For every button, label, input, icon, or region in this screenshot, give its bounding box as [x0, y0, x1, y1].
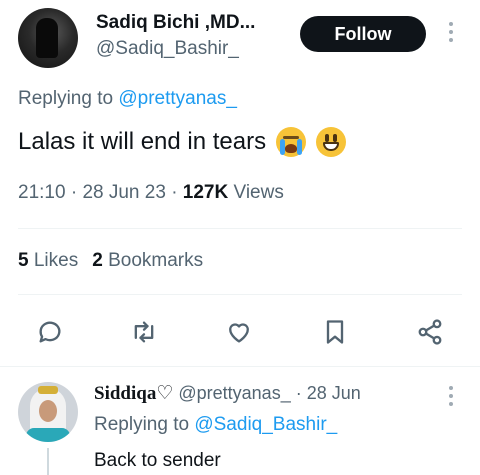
grinning-face-icon: [316, 127, 347, 157]
tweet-meta: 21:10 · 28 Jun 23 · 127K Views: [18, 182, 284, 203]
replying-to-line: Replying to @prettyanas_: [18, 88, 237, 110]
bookmarks-stat[interactable]: 2 Bookmarks: [92, 250, 203, 271]
reply-icon[interactable]: [34, 316, 66, 348]
divider: [18, 228, 462, 229]
reply-date[interactable]: 28 Jun: [307, 383, 361, 403]
reply-body: Back to sender: [94, 450, 221, 471]
likes-count: 5: [18, 250, 29, 271]
reply-replying-to-line: Replying to @Sadiq_Bashir_: [94, 414, 337, 436]
retweet-icon[interactable]: [128, 316, 160, 348]
tweet-text: Lalas it will end in tears: [18, 127, 347, 157]
reply-avatar[interactable]: [18, 382, 78, 442]
reply-header: Siddiqa♡ @prettyanas_ · 28 Jun: [94, 382, 361, 405]
reply-display-name[interactable]: Siddiqa♡: [94, 383, 173, 404]
likes-stat[interactable]: 5 Likes: [18, 250, 78, 271]
tweet-time[interactable]: 21:10: [18, 182, 66, 203]
views-label: Views: [233, 182, 284, 203]
divider: [18, 294, 462, 295]
tweet-header: Sadiq Bichi ,MD... @Sadiq_Bashir_ Follow: [0, 0, 480, 80]
replying-prefix: Replying to: [18, 88, 119, 109]
follow-button[interactable]: Follow: [300, 16, 426, 52]
bookmark-icon[interactable]: [319, 316, 351, 348]
heart-icon[interactable]: [223, 316, 255, 348]
replying-to-mention[interactable]: @prettyanas_: [118, 88, 237, 109]
views-count: 127K: [182, 182, 229, 203]
author-handle[interactable]: @Sadiq_Bashir_: [96, 38, 239, 60]
author-display-name[interactable]: Sadiq Bichi ,MD...: [96, 12, 255, 34]
likes-label: Likes: [33, 250, 79, 271]
divider: [0, 366, 480, 367]
author-avatar[interactable]: [18, 8, 78, 68]
more-options-icon[interactable]: [446, 22, 456, 46]
reply-separator: ·: [295, 383, 302, 403]
engagement-stats: 5 Likes 2 Bookmarks: [18, 250, 203, 272]
reply-replying-prefix: Replying to: [94, 414, 195, 435]
bookmarks-count: 2: [92, 250, 103, 271]
reply-replying-to-mention[interactable]: @Sadiq_Bashir_: [194, 414, 337, 435]
reply-handle[interactable]: @prettyanas_: [178, 383, 290, 403]
bookmarks-label: Bookmarks: [108, 250, 204, 271]
tweet-date[interactable]: 28 Jun 23: [82, 182, 165, 203]
reply-more-options-icon[interactable]: [446, 386, 456, 410]
share-icon[interactable]: [414, 316, 446, 348]
loudly-crying-face-icon: [276, 127, 307, 157]
tweet-body: Lalas it will end in tears: [18, 128, 267, 155]
thread-line: [47, 448, 49, 475]
action-bar: [0, 312, 480, 352]
reply-tweet[interactable]: Siddiqa♡ @prettyanas_ · 28 Jun Replying …: [0, 372, 480, 475]
